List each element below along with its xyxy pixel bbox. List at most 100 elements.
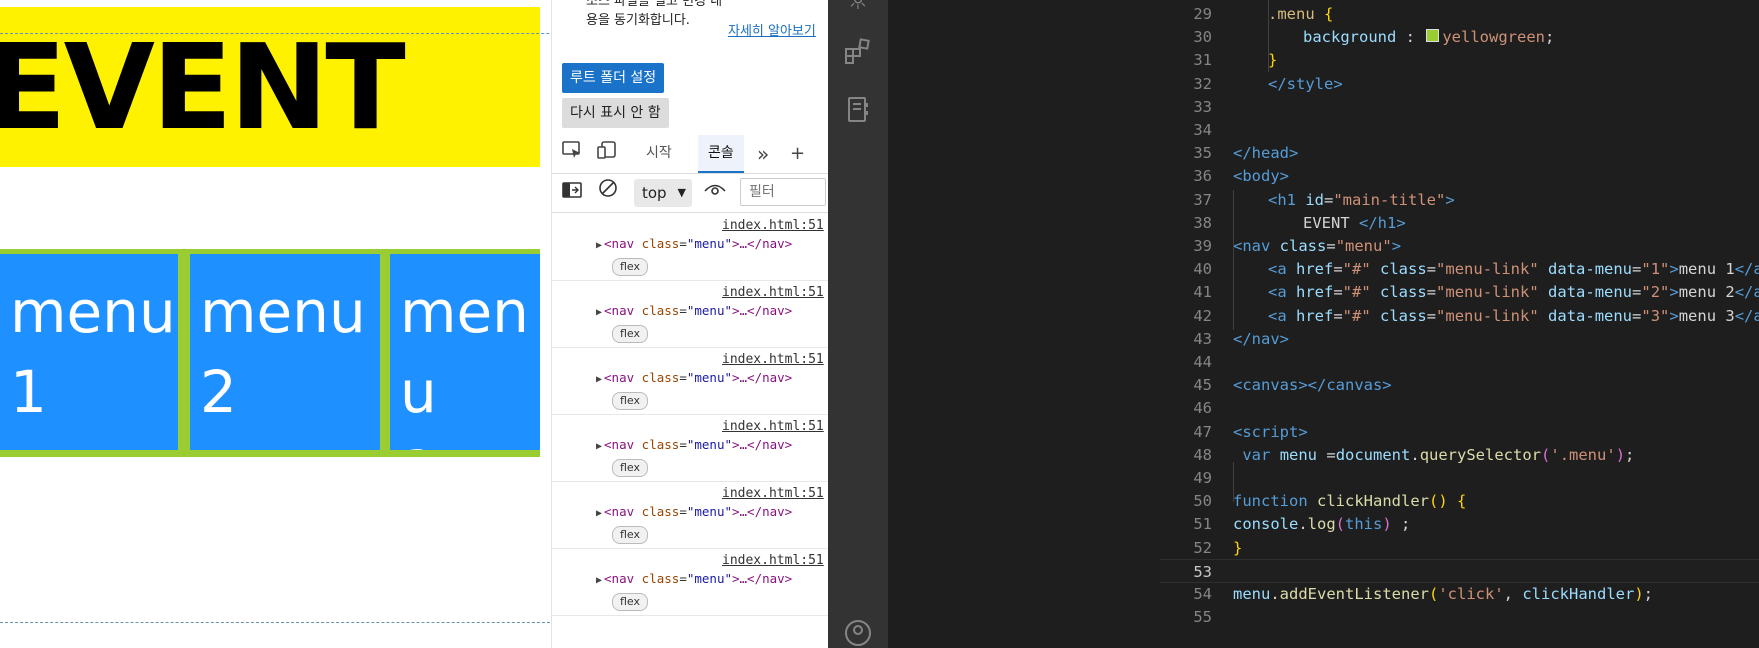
- device-toolbar-icon[interactable]: [597, 135, 617, 173]
- log-element[interactable]: ▶ <nav class="menu">…</nav>: [596, 303, 792, 318]
- add-tab-icon[interactable]: +: [790, 135, 805, 173]
- code-line[interactable]: 38 EVENT </h1>: [1160, 211, 1759, 235]
- code-line[interactable]: 29 .menu {: [1160, 2, 1759, 26]
- tab-console[interactable]: 콘솔: [698, 135, 744, 173]
- console-toolbar: top ▼: [552, 174, 829, 213]
- code-line[interactable]: 32 </style>: [1160, 72, 1759, 96]
- log-source-link[interactable]: index.html:51: [722, 553, 824, 568]
- console-filter-input[interactable]: [740, 178, 826, 206]
- menu-nav[interactable]: menu 1 menu 2 menu 3: [0, 249, 540, 457]
- code-line[interactable]: 35 </head>: [1160, 141, 1759, 165]
- code-line[interactable]: 43 </nav>: [1160, 327, 1759, 351]
- indent-guide: [1233, 190, 1234, 330]
- code-line[interactable]: 44: [1160, 350, 1759, 374]
- code-line[interactable]: 34: [1160, 118, 1759, 142]
- tab-start[interactable]: 시작: [646, 135, 672, 173]
- menu-link-3[interactable]: menu 3: [390, 254, 540, 450]
- code-line[interactable]: 49: [1160, 466, 1759, 490]
- flex-badge[interactable]: flex: [612, 526, 649, 544]
- code-text: <body>: [1233, 167, 1289, 186]
- line-number: 41: [1193, 283, 1212, 302]
- code-line[interactable]: 46: [1160, 396, 1759, 420]
- indent-guide: [1233, 462, 1234, 502]
- code-line[interactable]: 33: [1160, 95, 1759, 119]
- page-preview: EVENT menu 1 menu 2 menu 3 ›: [0, 0, 552, 648]
- log-val: "menu": [686, 504, 732, 519]
- line-number: 49: [1193, 469, 1212, 487]
- code-text: <nav class="menu">: [1233, 237, 1402, 255]
- line-number: 36: [1193, 167, 1212, 186]
- console-log-entry[interactable]: index.html:51 ▶ <nav class="menu">…</nav>…: [552, 348, 829, 415]
- live-expression-eye-icon[interactable]: [704, 174, 726, 212]
- menu-link-1[interactable]: menu 1: [0, 254, 178, 450]
- account-icon[interactable]: [842, 618, 874, 648]
- code-line[interactable]: 30 background : yellowgreen;: [1160, 25, 1759, 49]
- expand-triangle-icon[interactable]: ▶: [596, 575, 602, 586]
- flex-badge[interactable]: flex: [612, 392, 649, 410]
- code-line[interactable]: 36 <body>: [1160, 164, 1759, 188]
- log-element[interactable]: ▶ <nav class="menu">…</nav>: [596, 370, 792, 385]
- menu-link-1-word: menu: [10, 278, 176, 346]
- notebook-icon[interactable]: [842, 95, 874, 132]
- code-line[interactable]: 31}: [1160, 48, 1759, 72]
- expand-triangle-icon[interactable]: ▶: [596, 374, 602, 385]
- code-line[interactable]: 54 menu.addEventListener('click', clickHa…: [1160, 582, 1759, 606]
- code-line[interactable]: 48 var menu =document.querySelector('.me…: [1160, 443, 1759, 467]
- code-line[interactable]: 42 <a href="#" class="menu-link" data-men…: [1160, 304, 1759, 328]
- flex-badge[interactable]: flex: [612, 325, 649, 343]
- code-line[interactable]: 45 <canvas></canvas>: [1160, 373, 1759, 397]
- line-number: 40: [1193, 260, 1212, 279]
- console-log-entry[interactable]: index.html:51 ▶ <nav class="menu">…</nav>…: [552, 214, 829, 281]
- line-number: 33: [1193, 97, 1212, 116]
- code-line[interactable]: 41 <a href="#" class="menu-link" data-men…: [1160, 280, 1759, 304]
- set-root-folder-button[interactable]: 루트 폴더 설정: [562, 63, 665, 93]
- code-line[interactable]: 52}: [1160, 536, 1759, 560]
- learn-more-link[interactable]: 자세히 알아보기: [728, 20, 816, 39]
- code-line[interactable]: 51 console.log(this) ;: [1160, 512, 1759, 536]
- expand-triangle-icon[interactable]: ▶: [596, 307, 602, 318]
- inspect-element-icon[interactable]: [562, 135, 582, 173]
- more-tabs-icon[interactable]: »: [757, 135, 769, 173]
- code-line[interactable]: 53: [1160, 558, 1759, 583]
- sync-info-text: 소스 파일을 열고 변경 내용을 동기화합니다.: [586, 0, 723, 28]
- code-line[interactable]: 50 function clickHandler() {: [1160, 489, 1759, 513]
- menu-link-2[interactable]: menu 2: [190, 254, 380, 450]
- expand-triangle-icon[interactable]: ▶: [596, 240, 602, 251]
- console-log-entry[interactable]: index.html:51 ▶ <nav class="menu">…</nav>…: [552, 549, 829, 616]
- console-log-entry[interactable]: index.html:51 ▶ <nav class="menu">…</nav>…: [552, 281, 829, 348]
- log-source-link[interactable]: index.html:51: [722, 352, 824, 367]
- clear-console-icon[interactable]: [598, 174, 618, 212]
- expand-triangle-icon[interactable]: ▶: [596, 508, 602, 519]
- code-line[interactable]: 55: [1160, 605, 1759, 629]
- code-line[interactable]: 39 <nav class="menu">: [1160, 234, 1759, 258]
- log-source-link[interactable]: index.html:51: [722, 486, 824, 501]
- log-source-link[interactable]: index.html:51: [722, 218, 824, 233]
- sidebar-toggle-icon[interactable]: [562, 174, 582, 212]
- log-attr: class: [641, 571, 680, 586]
- log-source-link[interactable]: index.html:51: [722, 419, 824, 434]
- main-title-banner: EVENT: [0, 7, 540, 167]
- line-number: 47: [1193, 422, 1212, 441]
- code-line[interactable]: 47 <script>: [1160, 420, 1759, 444]
- expand-triangle-icon[interactable]: ▶: [596, 441, 602, 452]
- code-line[interactable]: 40 <a href="#" class="menu-link" data-men…: [1160, 257, 1759, 281]
- debug-icon[interactable]: ☼: [842, 0, 874, 16]
- console-log-entry[interactable]: index.html:51 ▶ <nav class="menu">…</nav>…: [552, 415, 829, 482]
- console-log-entry[interactable]: index.html:51 ▶ <nav class="menu">…</nav>…: [552, 482, 829, 549]
- code-line[interactable]: 37 <h1 id="main-title">: [1160, 188, 1759, 212]
- log-source-link[interactable]: index.html:51: [722, 285, 824, 300]
- code-text: <a href="#" class="menu-link" data-menu=…: [1268, 260, 1759, 279]
- extensions-icon[interactable]: [842, 36, 874, 73]
- flex-badge[interactable]: flex: [612, 258, 649, 276]
- flex-badge[interactable]: flex: [612, 459, 649, 477]
- log-element[interactable]: ▶ <nav class="menu">…</nav>: [596, 504, 792, 519]
- color-swatch-icon[interactable]: [1426, 29, 1440, 43]
- flex-badge[interactable]: flex: [612, 593, 649, 611]
- log-element[interactable]: ▶ <nav class="menu">…</nav>: [596, 437, 792, 452]
- log-element[interactable]: ▶ <nav class="menu">…</nav>: [596, 571, 792, 586]
- log-element[interactable]: ▶ <nav class="menu">…</nav>: [596, 236, 792, 251]
- code-text: <a href="#" class="menu-link" data-menu=…: [1268, 283, 1759, 302]
- log-tag: <nav: [604, 571, 642, 586]
- context-selector[interactable]: top ▼: [634, 179, 692, 207]
- dont-show-again-button[interactable]: 다시 표시 안 함: [562, 98, 669, 128]
